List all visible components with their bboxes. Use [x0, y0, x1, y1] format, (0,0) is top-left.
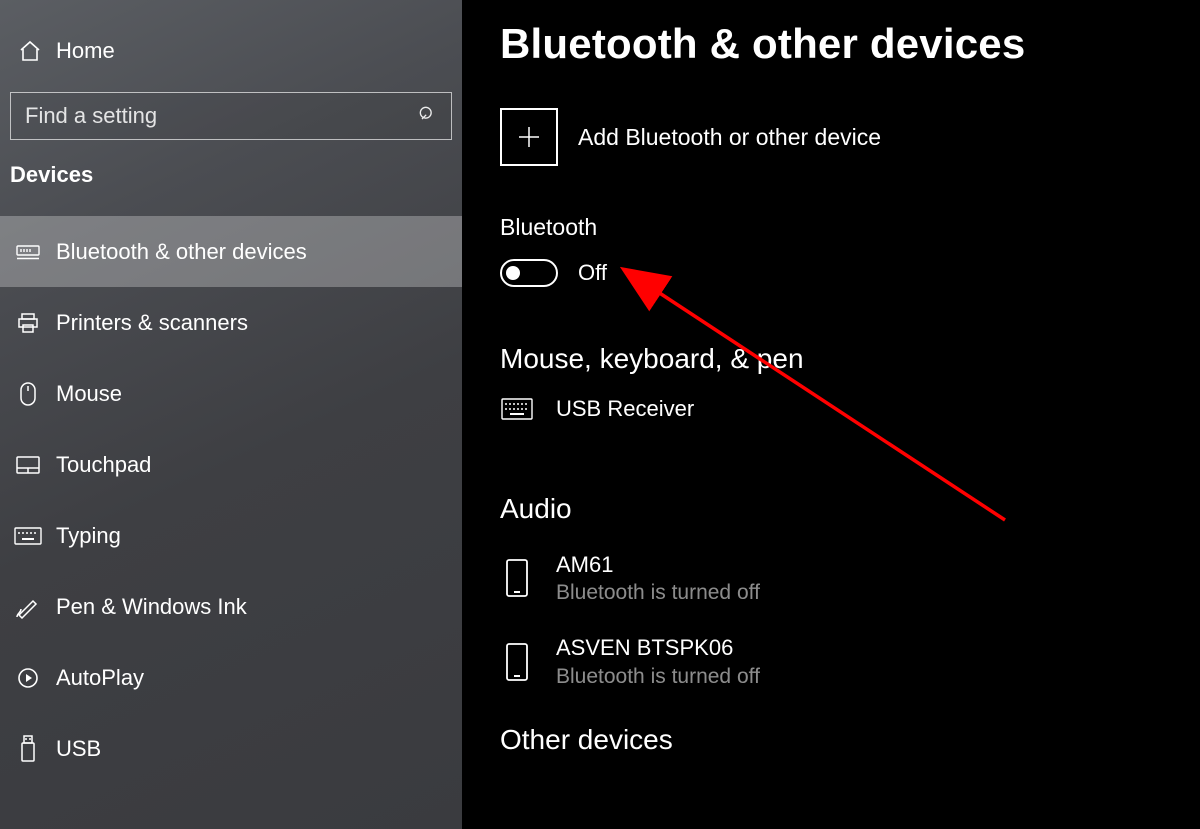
sidebar-item-label: AutoPlay: [56, 665, 144, 691]
add-device-label: Add Bluetooth or other device: [578, 124, 881, 151]
mouse-section-label: Mouse, keyboard, & pen: [500, 343, 1200, 375]
sidebar-item-touchpad[interactable]: Touchpad: [0, 429, 462, 500]
bluetooth-toggle-state: Off: [578, 260, 607, 286]
page-title: Bluetooth & other devices: [500, 20, 1200, 68]
sidebar-item-bluetooth[interactable]: Bluetooth & other devices: [0, 216, 462, 287]
sidebar-item-pen[interactable]: Pen & Windows Ink: [0, 571, 462, 642]
search-icon: [417, 104, 437, 129]
sidebar-item-label: Mouse: [56, 381, 122, 407]
sidebar-item-printers[interactable]: Printers & scanners: [0, 287, 462, 358]
sidebar-item-label: Typing: [56, 523, 121, 549]
phone-icon: [500, 642, 534, 682]
sidebar-item-usb[interactable]: USB: [0, 713, 462, 784]
bluetooth-section-label: Bluetooth: [500, 214, 1200, 241]
home-button[interactable]: Home: [0, 28, 462, 74]
autoplay-icon: [14, 666, 42, 690]
search-wrap: Find a setting: [10, 92, 452, 140]
sidebar-item-label: USB: [56, 736, 101, 762]
bluetooth-toggle-row: Off: [500, 259, 1200, 287]
plus-icon: [500, 108, 558, 166]
sidebar-item-label: Touchpad: [56, 452, 151, 478]
add-device-button[interactable]: Add Bluetooth or other device: [500, 108, 1200, 166]
sidebar-item-autoplay[interactable]: AutoPlay: [0, 642, 462, 713]
toggle-knob: [506, 266, 520, 280]
device-name: ASVEN BTSPK06: [556, 634, 760, 662]
sidebar-item-typing[interactable]: Typing: [0, 500, 462, 571]
settings-app: Home Find a setting Devices: [0, 0, 1200, 829]
audio-section-label: Audio: [500, 493, 1200, 525]
sidebar-item-label: Bluetooth & other devices: [56, 239, 307, 265]
search-placeholder: Find a setting: [25, 103, 157, 129]
phone-icon: [500, 558, 534, 598]
touchpad-icon: [14, 455, 42, 475]
keyboard-icon: [500, 398, 534, 420]
keyboard-icon: [14, 527, 42, 545]
device-status: Bluetooth is turned off: [556, 664, 760, 690]
sidebar-item-label: Printers & scanners: [56, 310, 248, 336]
device-row[interactable]: ASVEN BTSPK06 Bluetooth is turned off: [500, 634, 1200, 690]
sidebar-item-label: Pen & Windows Ink: [56, 594, 247, 620]
main-content: Bluetooth & other devices Add Bluetooth …: [462, 0, 1200, 829]
mouse-icon: [14, 381, 42, 407]
home-icon: [14, 39, 46, 63]
nav-list: Bluetooth & other devices Printers & sca…: [0, 216, 462, 784]
device-status: Bluetooth is turned off: [556, 580, 760, 606]
pen-icon: [14, 595, 42, 619]
devices-icon: [14, 242, 42, 262]
device-row[interactable]: AM61 Bluetooth is turned off: [500, 551, 1200, 607]
section-title: Devices: [0, 162, 462, 188]
printer-icon: [14, 311, 42, 335]
device-row[interactable]: USB Receiver: [500, 395, 1200, 423]
sidebar: Home Find a setting Devices: [0, 0, 462, 829]
device-name: AM61: [556, 551, 760, 579]
device-name: USB Receiver: [556, 395, 694, 423]
bluetooth-toggle[interactable]: [500, 259, 558, 287]
other-devices-section-label: Other devices: [500, 724, 1200, 756]
usb-icon: [14, 735, 42, 763]
search-input[interactable]: Find a setting: [10, 92, 452, 140]
home-label: Home: [56, 38, 115, 64]
sidebar-item-mouse[interactable]: Mouse: [0, 358, 462, 429]
